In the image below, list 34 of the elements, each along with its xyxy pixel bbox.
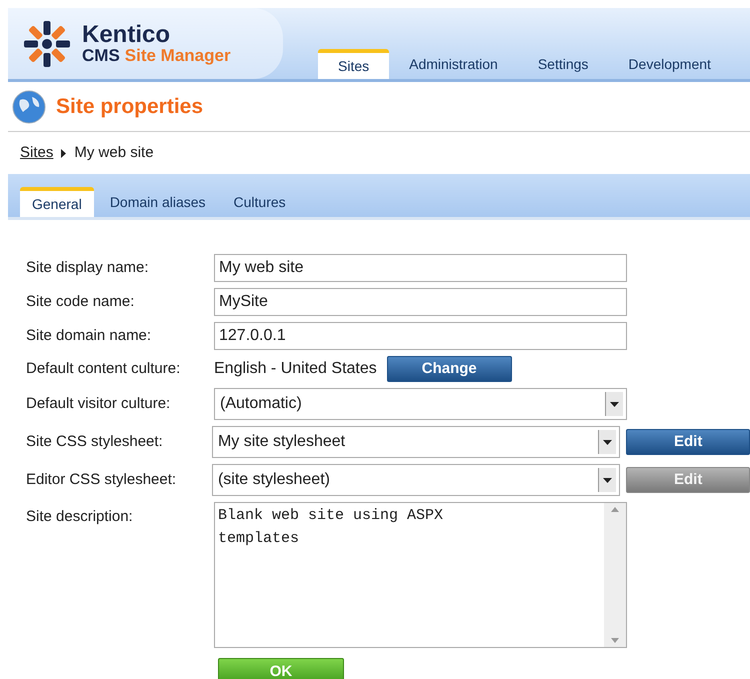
action-button[interactable]: Change (386, 356, 512, 382)
main-tab[interactable]: Administration (389, 49, 518, 79)
field-label: Site description: (26, 507, 134, 527)
field-label: Site CSS stylesheet: (26, 432, 164, 452)
description-field[interactable]: Blank web site using ASPX templates (214, 502, 627, 648)
main-tab[interactable]: Development (608, 49, 731, 79)
text-field[interactable]: My web site (214, 254, 627, 282)
dropdown-field[interactable]: (Automatic) (214, 388, 627, 420)
field-label: Site code name: (26, 292, 136, 312)
breadcrumb-link[interactable]: Sites (20, 142, 54, 164)
logo-name: Kentico (82, 23, 172, 47)
field-label: Editor CSS stylesheet: (26, 470, 178, 490)
subtab[interactable]: General (20, 187, 94, 217)
page-title: Site properties (56, 94, 204, 120)
subtab[interactable]: Domain aliases (98, 187, 218, 217)
text-field[interactable]: MySite (214, 288, 627, 316)
field-label: Default content culture: (26, 358, 182, 379)
breadcrumb-arrow-icon (61, 148, 66, 158)
logo-product-accent: Site Manager (124, 47, 231, 64)
breadcrumb-current: My web site (74, 142, 154, 163)
main-tab[interactable]: Sites (318, 49, 390, 79)
field-label: Site domain name: (26, 326, 152, 346)
main-tab[interactable]: Settings (518, 49, 608, 79)
subtab[interactable]: Cultures (222, 187, 298, 217)
text-field[interactable]: 127.0.0.1 (214, 322, 627, 350)
dropdown-field[interactable]: (site stylesheet) (212, 464, 620, 496)
field-value: English - United States (214, 359, 377, 379)
logo-product: CMS (82, 47, 120, 64)
logo-icon (22, 18, 72, 68)
globe-icon (12, 90, 46, 124)
action-button[interactable]: Edit (626, 429, 750, 455)
field-label: Default visitor culture: (26, 394, 172, 414)
field-label: Site display name: (26, 258, 150, 278)
dropdown-field[interactable]: My site stylesheet (212, 426, 620, 458)
